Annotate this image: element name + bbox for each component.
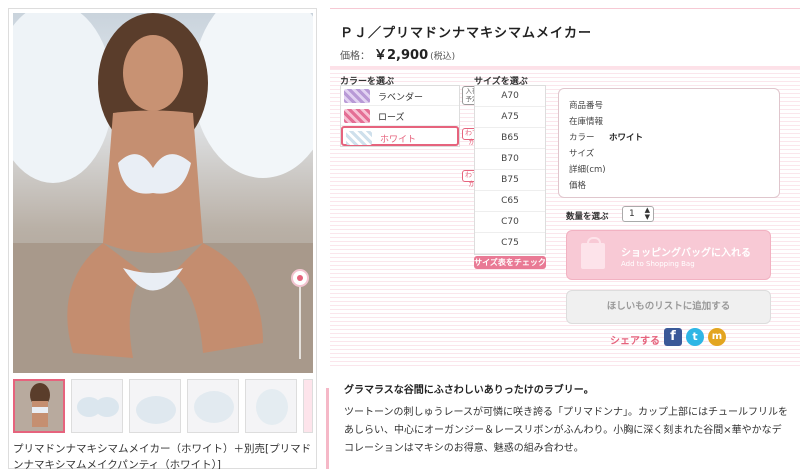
quantity-select[interactable]: 1 ▲ ▼	[622, 206, 654, 222]
size-list: A70 A75 B65 B70 B75 C65 C70 C75	[474, 85, 546, 255]
twitter-icon[interactable]: t	[686, 328, 704, 346]
info-label: 在庫情報	[569, 117, 604, 127]
quantity-label: 数量を選ぶ	[566, 212, 609, 222]
color-option-label: ホワイト	[380, 135, 417, 145]
thumbnail-strip	[13, 377, 313, 435]
main-product-photo[interactable]	[13, 13, 313, 373]
zoom-handle[interactable]	[291, 269, 309, 287]
info-color-value: ホワイト	[609, 133, 644, 143]
size-option-b70[interactable]: B70	[475, 149, 545, 170]
size-option-a75[interactable]: A75	[475, 107, 545, 128]
add-to-wishlist-button[interactable]: ほしいものリストに追加する	[566, 290, 771, 324]
updown-arrow-icon: ▲ ▼	[644, 206, 650, 221]
color-option-lavender[interactable]: ラベンダー	[341, 86, 459, 106]
thumbnail-3[interactable]	[129, 379, 181, 433]
header-divider	[330, 8, 800, 9]
color-option-label: ローズ	[378, 113, 405, 123]
mixi-icon[interactable]: m	[708, 328, 726, 346]
thumbnail-5[interactable]	[245, 379, 297, 433]
tax-note: (税込)	[430, 52, 456, 62]
color-option-rose[interactable]: ローズ	[341, 106, 459, 126]
description-accent-bar	[326, 388, 329, 469]
description-heading: グラマラスな谷間にふさわしいありったけのラブリー。	[344, 385, 594, 396]
size-option-b75[interactable]: B75	[475, 170, 545, 191]
size-option-c75[interactable]: C75	[475, 233, 545, 254]
price-label: 価格：	[340, 51, 370, 62]
zoom-slider[interactable]	[291, 269, 309, 359]
product-gallery: プリマドンナマキシマムメイカー（ホワイト）＋別売[プリマドンナマキシマムメイクパ…	[8, 8, 317, 469]
size-chart-button[interactable]: サイズ表をチェック	[474, 256, 546, 269]
size-option-b65[interactable]: B65	[475, 128, 545, 149]
info-label: カラー	[569, 133, 595, 143]
info-label: 商品番号	[569, 101, 604, 111]
size-option-c65[interactable]: C65	[475, 191, 545, 212]
facebook-icon[interactable]: f	[664, 328, 682, 346]
description-body: ツートーンの刺しゅうレースが可憐に咲き誇る「プリマドンナ」。カップ上部にはチュー…	[344, 407, 788, 454]
white-swatch	[346, 131, 372, 145]
selection-info-box: 商品番号 在庫情報 カラー ホワイト サイズ 詳細(cm) 価格	[558, 88, 780, 198]
thumbnail-2[interactable]	[71, 379, 123, 433]
thumbnail-1[interactable]	[13, 379, 65, 433]
size-option-c70[interactable]: C70	[475, 212, 545, 233]
price-row: 価格： ￥2,900 (税込)	[340, 44, 455, 63]
thumbnail-4[interactable]	[187, 379, 239, 433]
add-to-bag-sublabel: Add to Shopping Bag	[621, 260, 695, 268]
info-label: 価格	[569, 181, 587, 191]
color-option-white[interactable]: ホワイト	[341, 126, 459, 146]
shopping-bag-icon	[581, 237, 605, 269]
rose-swatch	[344, 109, 370, 123]
info-label: 詳細(cm)	[569, 165, 606, 175]
color-list: ラベンダー ローズ ホワイト	[340, 85, 460, 147]
add-to-bag-label: ショッピングバッグに入れる	[621, 248, 751, 259]
price-value: ￥2,900	[374, 48, 429, 63]
add-to-bag-button[interactable]: ショッピングバッグに入れる Add to Shopping Bag	[566, 230, 771, 280]
color-option-label: ラベンダー	[378, 93, 424, 103]
product-title: ＰＪ／プリマドンナマキシマムメイカー	[340, 26, 593, 41]
quantity-value: 1	[629, 209, 635, 219]
info-label: サイズ	[569, 149, 595, 159]
share-label: シェアする	[610, 336, 660, 347]
photo-caption: プリマドンナマキシマムメイカー（ホワイト）＋別売[プリマドンナマキシマムメイクパ…	[13, 443, 312, 469]
lavender-swatch	[344, 89, 370, 103]
size-option-a70[interactable]: A70	[475, 86, 545, 107]
thumbnail-next-arrow[interactable]	[303, 379, 313, 433]
